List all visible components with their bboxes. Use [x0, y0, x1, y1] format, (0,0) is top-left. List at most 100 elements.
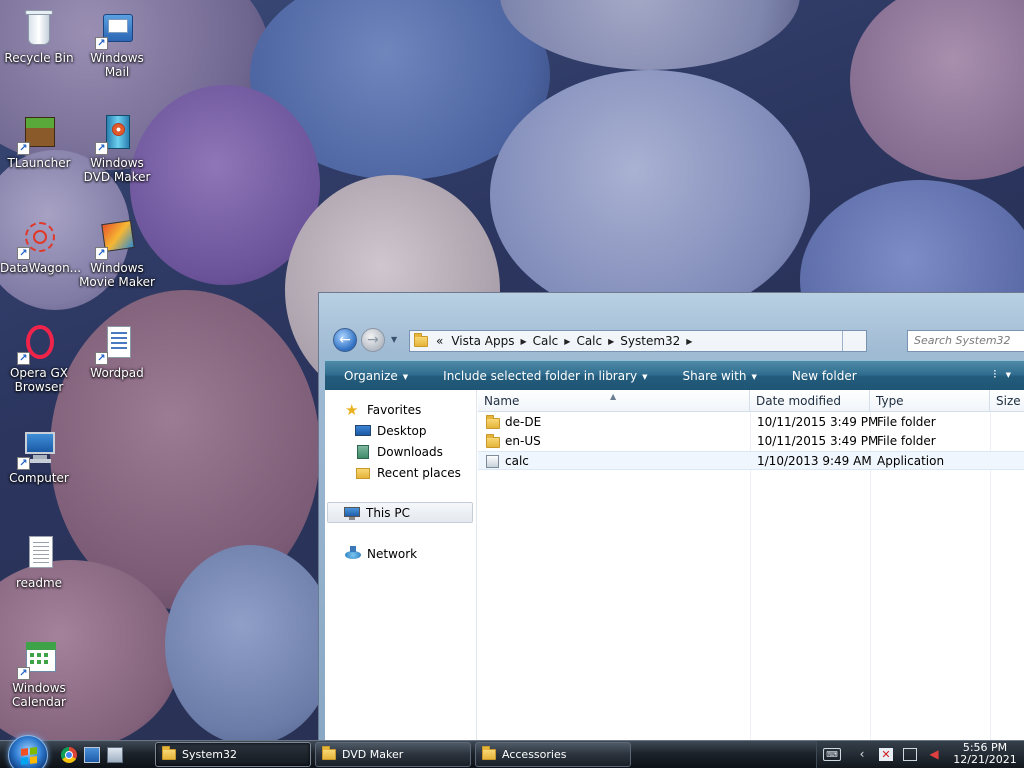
nav-favorites[interactable]: ★ Favorites	[325, 400, 421, 420]
computer-icon: ↗	[17, 428, 59, 470]
pebble	[850, 0, 1024, 180]
desktop-icon-windows-movie-maker[interactable]: ↗ Windows Movie Maker	[78, 218, 156, 289]
clock[interactable]: 5:56 PM 12/21/2021	[947, 742, 1023, 766]
desktop-icon-readme[interactable]: readme	[0, 533, 78, 590]
desktop-icon-wordpad[interactable]: ↗ Wordpad	[78, 323, 156, 380]
keyboard-icon[interactable]: ⌨	[823, 748, 841, 761]
breadcrumb-system32[interactable]: System32	[620, 334, 680, 348]
view-options-button[interactable]: ⁝ ▼	[993, 367, 1011, 381]
breadcrumb-vista-apps[interactable]: Vista Apps	[451, 334, 514, 348]
address-bar[interactable]: « Vista Apps ▶ Calc ▶ Calc ▶ System32 ▶	[409, 330, 867, 352]
mail-icon: ↗	[95, 8, 137, 50]
file-list: Name ▲ Date modified Type Size de-DE 10/…	[478, 390, 1024, 742]
opera-icon: ↗	[17, 323, 59, 365]
desktop-icon-datawagon[interactable]: ↗ DataWagon...	[0, 218, 81, 275]
search-input[interactable]: Search System32	[907, 330, 1024, 352]
file-list-header: Name ▲ Date modified Type Size	[478, 390, 1024, 412]
breadcrumb-calc[interactable]: Calc	[533, 334, 559, 348]
action-center-icon[interactable]: ✕	[879, 748, 893, 761]
network-icon[interactable]	[903, 748, 917, 761]
system-tray: ⌨ ‹ ✕ ◀ 5:56 PM 12/21/2021	[816, 741, 1024, 768]
column-header-type[interactable]: Type	[870, 390, 990, 412]
navigation-pane: ★ Favorites Desktop Downloads Recent pla…	[325, 390, 477, 742]
nav-downloads[interactable]: Downloads	[325, 442, 443, 462]
organize-button[interactable]: Organize ▼	[325, 369, 424, 383]
volume-muted-icon[interactable]: ◀	[927, 748, 941, 761]
desktop-icon-computer[interactable]: ↗ Computer	[0, 428, 78, 485]
forward-button[interactable]: →	[361, 328, 385, 352]
show-hidden-icon[interactable]: ‹	[855, 748, 869, 761]
content-area: ★ Favorites Desktop Downloads Recent pla…	[325, 390, 1024, 742]
explorer-window[interactable]: ← → ▼ « Vista Apps ▶ Calc ▶ Calc ▶ Syste…	[318, 292, 1024, 742]
nav-recent-places[interactable]: Recent places	[325, 463, 461, 483]
desktop-icon-opera-gx[interactable]: ↗ Opera GX Browser	[0, 323, 78, 394]
wordpad-icon: ↗	[95, 323, 137, 365]
nav-this-pc[interactable]: This PC	[327, 502, 473, 523]
network-icon	[345, 546, 361, 562]
start-button[interactable]	[8, 735, 48, 768]
recycle-bin-icon	[19, 8, 59, 48]
chrome-icon[interactable]	[61, 747, 77, 763]
film-icon: ↗	[95, 218, 137, 260]
nav-desktop[interactable]: Desktop	[325, 421, 427, 441]
show-desktop-icon[interactable]	[84, 747, 100, 763]
desktop-icon-windows-dvd-maker[interactable]: ↗ Windows DVD Maker	[78, 113, 156, 184]
folder-icon	[482, 746, 496, 760]
pebble	[165, 545, 335, 740]
star-icon: ★	[345, 401, 359, 419]
desktop-icon-recycle-bin[interactable]: Recycle Bin	[0, 8, 78, 65]
folder-icon	[322, 746, 336, 760]
column-header-name[interactable]: Name ▲	[478, 390, 750, 412]
breadcrumb-separator-icon[interactable]: ▶	[564, 337, 570, 346]
breadcrumb-calc-2[interactable]: Calc	[576, 334, 602, 348]
column-header-date-modified[interactable]: Date modified	[750, 390, 870, 412]
dvd-icon: ↗	[95, 113, 137, 155]
recent-pages-dropdown[interactable]: ▼	[391, 335, 397, 344]
breadcrumb-overflow[interactable]: «	[436, 334, 443, 348]
sort-ascending-icon: ▲	[610, 392, 617, 401]
taskbar-button-accessories[interactable]: Accessories	[475, 742, 631, 767]
arrow-left-icon: ←	[339, 332, 351, 348]
pebble	[490, 70, 810, 320]
file-row-calc[interactable]: calc 1/10/2013 9:49 AM Application	[478, 451, 1024, 470]
calendar-icon: ↗	[17, 638, 59, 680]
address-history-dropdown[interactable]	[842, 331, 866, 351]
recent-places-icon	[355, 465, 371, 481]
grass-block-icon: ↗	[17, 113, 59, 155]
breadcrumb-separator-icon[interactable]: ▶	[686, 337, 692, 346]
datawagon-icon: ↗	[17, 218, 59, 260]
arrow-right-icon: →	[367, 332, 379, 348]
back-button[interactable]: ←	[333, 328, 357, 352]
breadcrumb-separator-icon[interactable]: ▶	[520, 337, 526, 346]
desktop-icon-windows-mail[interactable]: ↗ Windows Mail	[78, 8, 156, 79]
switch-windows-icon[interactable]	[107, 747, 123, 763]
document-icon	[19, 533, 59, 573]
new-folder-button[interactable]: New folder	[773, 369, 873, 383]
clock-date: 12/21/2021	[953, 753, 1017, 766]
command-bar: Organize ▼ Include selected folder in lib…	[325, 360, 1024, 390]
folder-icon	[486, 415, 500, 429]
computer-icon	[344, 505, 360, 521]
desktop-icon-tlauncher[interactable]: ↗ TLauncher	[0, 113, 78, 170]
view-list-icon: ⁝	[992, 367, 997, 381]
chevron-down-icon: ▼	[1005, 371, 1011, 379]
downloads-icon	[355, 444, 371, 460]
nav-network[interactable]: Network	[325, 544, 417, 564]
chevron-down-icon: ▼	[642, 372, 648, 381]
desktop-icon	[355, 423, 371, 439]
desktop-icon-windows-calendar[interactable]: ↗ Windows Calendar	[0, 638, 78, 709]
column-header-size[interactable]: Size	[990, 390, 1024, 412]
include-in-library-button[interactable]: Include selected folder in library ▼	[424, 369, 663, 383]
file-row-en-us[interactable]: en-US 10/11/2015 3:49 PM File folder	[478, 432, 1024, 451]
taskbar-button-dvd-maker[interactable]: DVD Maker	[315, 742, 471, 767]
share-with-button[interactable]: Share with ▼	[664, 369, 773, 383]
breadcrumb-separator-icon[interactable]: ▶	[608, 337, 614, 346]
taskbar-button-system32[interactable]: System32	[155, 742, 311, 767]
folder-icon	[486, 434, 500, 448]
taskbar: System32 DVD Maker Accessories ⌨ ‹ ✕ ◀ 5…	[0, 735, 1024, 768]
windows-logo-icon	[21, 747, 37, 765]
navigation-bar: ← → ▼ « Vista Apps ▶ Calc ▶ Calc ▶ Syste…	[319, 323, 1024, 355]
chevron-down-icon: ▼	[402, 372, 409, 381]
file-row-de-de[interactable]: de-DE 10/11/2015 3:49 PM File folder	[478, 413, 1024, 432]
folder-icon	[414, 332, 428, 347]
